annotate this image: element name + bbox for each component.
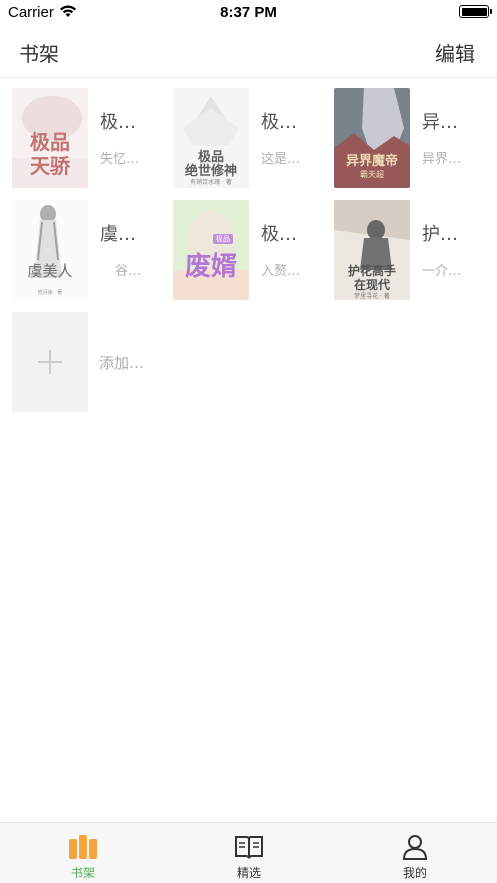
book-title: 虞…: [100, 224, 136, 245]
edit-button[interactable]: 编辑: [435, 38, 475, 67]
book-description: 一介…: [422, 264, 462, 279]
book-cover[interactable]: 护花高手 在现代 梦里寻花 · 著: [334, 200, 410, 300]
book-description: 失忆…: [100, 152, 140, 167]
tab-label: 我的: [402, 866, 427, 880]
cover-art-4: [12, 200, 88, 300]
book-item[interactable]: 极品 绝世修神 有销饮水瑰 · 著 极… 这是…: [173, 88, 333, 190]
add-book-button[interactable]: [12, 312, 88, 412]
book-description: 谷…: [115, 264, 142, 279]
cover-author: 贰月柒 · 著: [37, 290, 63, 296]
add-book-label[interactable]: 添加…: [99, 352, 144, 373]
status-bar: Carrier 8:37 PM: [0, 0, 497, 26]
cover-title-line-1: 虞美人: [27, 262, 73, 280]
tab-label: 精选: [236, 866, 261, 880]
book-cover[interactable]: 虞美人 贰月柒 · 著: [12, 200, 88, 300]
person-icon: [402, 835, 428, 860]
book-cover[interactable]: 极品 绝世修神 有销饮水瑰 · 著: [173, 88, 249, 188]
tab-mine[interactable]: 我的: [332, 823, 497, 883]
open-book-icon: [235, 836, 263, 859]
book-description: 入赘…: [261, 264, 301, 279]
clock: 8:37 PM: [220, 4, 277, 21]
bookshelf-icon: [69, 835, 97, 859]
book-title: 护…: [422, 224, 458, 245]
battery-icon: [459, 5, 492, 18]
cover-author: 霸天超: [360, 170, 384, 179]
book-cover[interactable]: 极品 天骄: [12, 88, 88, 188]
cover-title-line-1: 异界魔帝: [345, 154, 398, 169]
tab-bookshelf[interactable]: 书架: [0, 823, 166, 883]
book-item[interactable]: 极品 废婿 极… 入赘…: [173, 200, 333, 302]
cover-title-line-2: 天骄: [30, 154, 70, 178]
book-item[interactable]: 虞美人 贰月柒 · 著 虞… 谷…: [12, 200, 172, 302]
book-title: 极…: [261, 112, 297, 133]
book-item[interactable]: 异界魔帝 霸天超 异… 异界…: [334, 88, 494, 190]
book-title: 异…: [422, 112, 458, 133]
cover-title-line-1: 废婿: [184, 252, 237, 282]
book-cover[interactable]: 异界魔帝 霸天超: [334, 88, 410, 188]
tab-bar: 书架 精选 我的: [0, 822, 497, 883]
book-item[interactable]: 极品 天骄 极… 失忆…: [12, 88, 172, 190]
page-title: 书架: [19, 42, 59, 66]
cover-author: 有销饮水瑰 · 著: [190, 179, 232, 186]
tab-label: 书架: [70, 866, 95, 880]
navigation-bar: 书架 编辑: [0, 26, 497, 78]
book-item[interactable]: 护花高手 在现代 梦里寻花 · 著 护… 一介…: [334, 200, 494, 302]
book-description: 异界…: [422, 152, 462, 167]
book-title: 极…: [261, 224, 297, 245]
book-cover[interactable]: 极品 废婿: [173, 200, 249, 300]
cover-author: 梦里寻花 · 著: [354, 293, 390, 300]
tab-featured[interactable]: 精选: [166, 823, 332, 883]
book-description: 这是…: [261, 152, 301, 167]
book-title: 极…: [100, 112, 136, 133]
cover-badge: 极品: [213, 234, 233, 244]
